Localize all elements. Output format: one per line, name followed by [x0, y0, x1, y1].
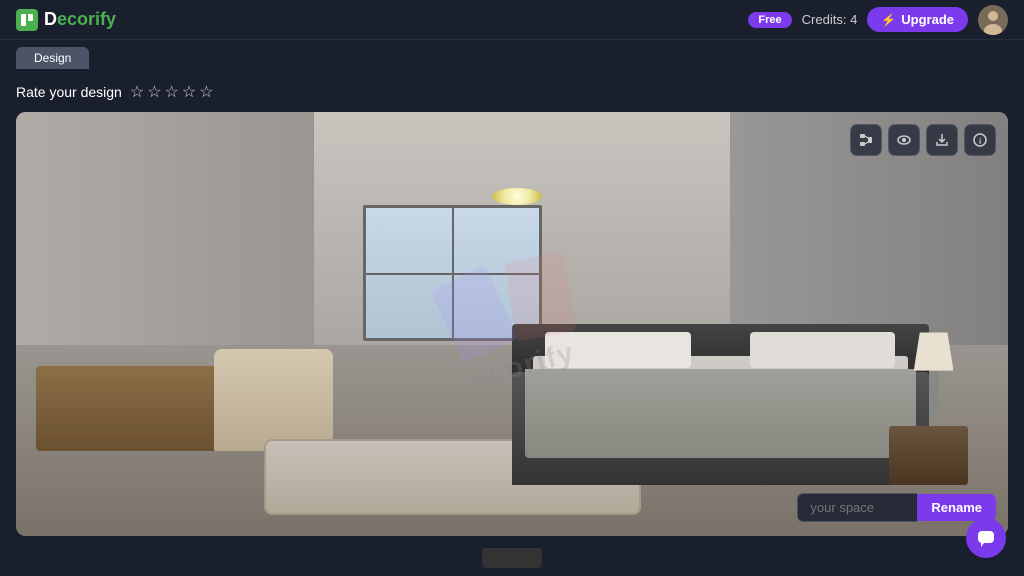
star-1[interactable]: ☆ [130, 82, 144, 102]
bed-pillow-right [750, 332, 896, 367]
download-button[interactable] [926, 124, 958, 156]
star-3[interactable]: ☆ [165, 82, 179, 102]
lamp-base [929, 371, 939, 418]
avatar[interactable] [978, 5, 1008, 35]
rename-bar: Rename [797, 493, 996, 522]
window [363, 205, 542, 341]
header-right: Free Credits: 4 ⚡ Upgrade [748, 5, 1008, 35]
lightning-icon: ⚡ [881, 13, 896, 27]
main-content: Rate your design ☆ ☆ ☆ ☆ ☆ [0, 72, 1024, 576]
logo: Decorify [16, 9, 116, 31]
image-toolbar: i [850, 124, 996, 156]
thumbnail[interactable] [482, 548, 542, 568]
header: Decorify Free Credits: 4 ⚡ Upgrade [0, 0, 1024, 40]
nav-area: Design [0, 40, 1024, 72]
bed-pillow-left [545, 332, 691, 367]
stars[interactable]: ☆ ☆ ☆ ☆ ☆ [130, 82, 214, 102]
interior-scene: ecorify [16, 112, 1008, 536]
chair [214, 349, 333, 451]
view-button[interactable] [888, 124, 920, 156]
tab-design[interactable]: Design [16, 47, 89, 69]
logo-text: Decorify [44, 9, 116, 30]
bed [512, 324, 929, 485]
svg-text:i: i [979, 137, 981, 146]
free-badge: Free [748, 12, 791, 28]
rename-button[interactable]: Rename [917, 494, 996, 521]
bed-cover [525, 369, 917, 458]
thumbnail-row [16, 544, 1008, 568]
logo-icon [16, 9, 38, 31]
share-button[interactable] [850, 124, 882, 156]
star-2[interactable]: ☆ [147, 82, 161, 102]
rename-input[interactable] [797, 493, 917, 522]
nightstand [889, 426, 968, 485]
rate-label: Rate your design [16, 84, 122, 100]
image-container: ecorify [16, 112, 1008, 536]
upgrade-button[interactable]: ⚡ Upgrade [867, 7, 968, 32]
lamp [909, 332, 959, 417]
credits-label: Credits: 4 [802, 12, 858, 27]
rate-row: Rate your design ☆ ☆ ☆ ☆ ☆ [16, 80, 1008, 104]
star-4[interactable]: ☆ [182, 82, 196, 102]
chat-bubble[interactable] [966, 518, 1006, 558]
star-5[interactable]: ☆ [199, 82, 213, 102]
info-button[interactable]: i [964, 124, 996, 156]
lamp-shade [914, 332, 954, 370]
